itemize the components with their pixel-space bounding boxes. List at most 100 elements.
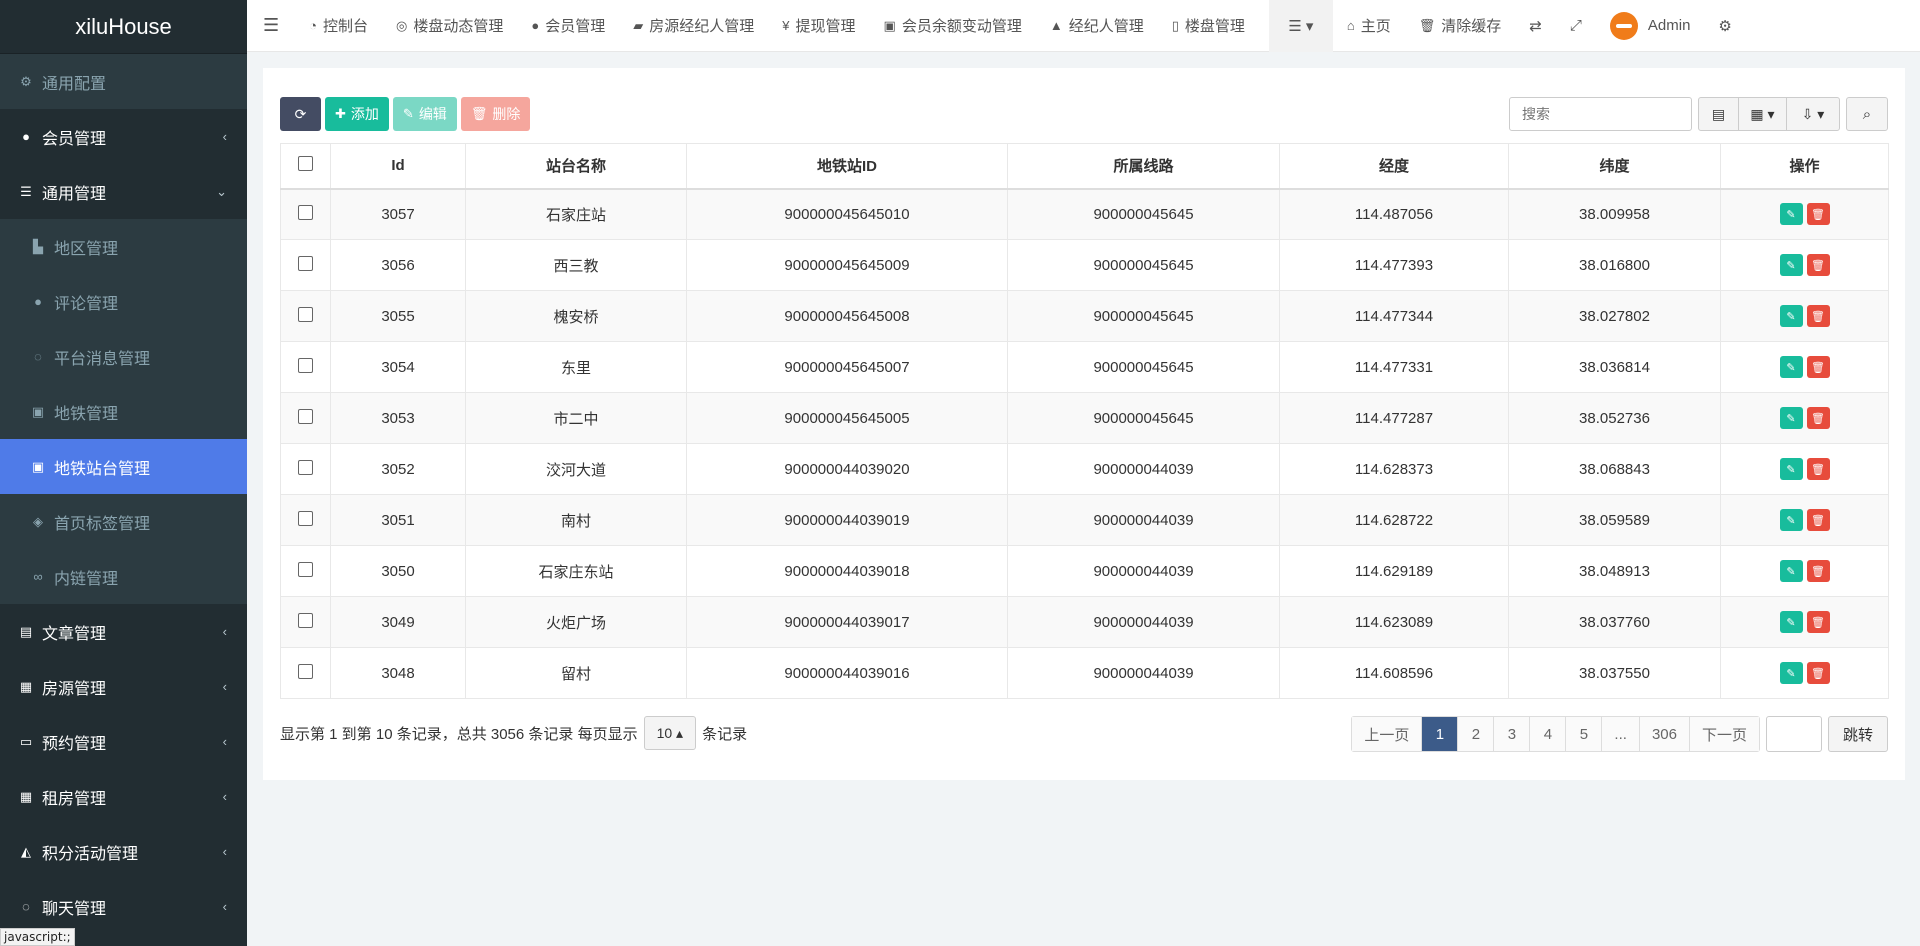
row-checkbox[interactable] xyxy=(298,561,313,577)
row-edit-button[interactable]: ✎ xyxy=(1779,458,1803,480)
row-checkbox[interactable] xyxy=(298,663,313,679)
user-menu[interactable]: Admin xyxy=(1596,0,1705,52)
clear-cache-link[interactable]: 🗑 清除缓存 xyxy=(1405,0,1516,52)
row-edit-button[interactable]: ✎ xyxy=(1779,509,1803,531)
row-select-cell[interactable] xyxy=(280,596,331,648)
row-edit-button[interactable]: ✎ xyxy=(1779,203,1803,226)
row-select-cell[interactable] xyxy=(280,392,331,444)
sidebar-item-10[interactable]: ▤ 文章管理 ‹ xyxy=(0,604,247,659)
sidebar-item-8[interactable]: ◈ 首页标签管理 xyxy=(0,494,247,549)
delete-button[interactable]: 🗑 删除 xyxy=(460,97,531,131)
sidebar-item-6[interactable]: ▣ 地铁管理 xyxy=(0,384,247,439)
table-row[interactable]: 3049 火炬广场 900000044039017 900000044039 114.6… xyxy=(280,596,1889,648)
page-link-6[interactable]: ... xyxy=(1602,717,1640,751)
search-input[interactable] xyxy=(1509,97,1692,131)
page-link-2[interactable]: 2 xyxy=(1458,717,1495,751)
page-size-dropdown[interactable]: 10 ▴ xyxy=(643,716,697,750)
settings-gears-icon[interactable]: ⚙ xyxy=(1704,0,1745,52)
row-select-cell[interactable] xyxy=(280,443,331,495)
sidebar-item-4[interactable]: ● 评论管理 xyxy=(0,274,247,329)
table-row[interactable]: 3053 市二中 900000045645005 900000045645 114.47… xyxy=(280,392,1889,444)
row-checkbox[interactable] xyxy=(298,612,313,628)
select-all-checkbox[interactable] xyxy=(298,156,313,172)
sidebar-item-9[interactable]: ∞ 内链管理 xyxy=(0,549,247,604)
row-delete-button[interactable]: 🗑 xyxy=(1806,509,1830,531)
topnav-tab-3[interactable]: ▰ 房源经纪人管理 xyxy=(619,0,768,52)
jump-button[interactable]: 跳转 xyxy=(1827,716,1888,752)
page-link-8[interactable]: 下一页 xyxy=(1689,717,1759,751)
table-row[interactable]: 3054 东里 900000045645007 900000045645 114.477… xyxy=(280,341,1889,393)
topnav-tab-6[interactable]: ▲ 经纪人管理 xyxy=(1036,0,1158,52)
sidebar-item-0[interactable]: ⚙ 通用配置 xyxy=(0,54,247,109)
row-edit-button[interactable]: ✎ xyxy=(1779,560,1803,582)
sidebar-item-14[interactable]: ◭ 积分活动管理 ‹ xyxy=(0,824,247,879)
select-all-cell[interactable] xyxy=(280,143,331,190)
col-line[interactable]: 所属线路 xyxy=(1007,143,1280,190)
topnav-tab-0[interactable]: ◔ 控制台 xyxy=(295,0,382,52)
table-row[interactable]: 3057 石家庄站 900000045645010 900000045645 114.4… xyxy=(280,188,1889,240)
col-id[interactable]: Id xyxy=(330,143,466,190)
row-select-cell[interactable] xyxy=(280,188,331,240)
row-checkbox[interactable] xyxy=(298,357,313,373)
sidebar-toggle-icon[interactable]: ☰ xyxy=(247,0,295,52)
row-checkbox[interactable] xyxy=(298,510,313,526)
row-edit-button[interactable]: ✎ xyxy=(1779,662,1803,684)
page-link-7[interactable]: 306 xyxy=(1639,717,1690,751)
row-select-cell[interactable] xyxy=(280,647,331,699)
table-row[interactable]: 3048 留村 900000044039016 900000044039 114.608… xyxy=(280,647,1889,699)
row-edit-button[interactable]: ✎ xyxy=(1779,254,1803,276)
edit-button[interactable]: ✎ 编辑 xyxy=(392,97,457,131)
row-checkbox[interactable] xyxy=(298,306,313,322)
row-delete-button[interactable]: 🗑 xyxy=(1806,254,1830,276)
table-row[interactable]: 3052 洨河大道 900000044039020 900000044039 114.6… xyxy=(280,443,1889,495)
add-button[interactable]: ✚ 添加 xyxy=(325,97,389,131)
row-delete-button[interactable]: 🗑 xyxy=(1806,611,1830,633)
row-edit-button[interactable]: ✎ xyxy=(1779,305,1803,327)
row-delete-button[interactable]: 🗑 xyxy=(1806,203,1830,226)
refresh-button[interactable]: ⟳ xyxy=(280,97,321,131)
table-row[interactable]: 3056 西三教 900000045645009 900000045645 114.47… xyxy=(280,239,1889,291)
sidebar-item-2[interactable]: ☰ 通用管理 ⌄ xyxy=(0,164,247,219)
sidebar-item-3[interactable]: ▙ 地区管理 xyxy=(0,219,247,274)
topnav-tab-4[interactable]: ¥ 提现管理 xyxy=(768,0,869,52)
row-checkbox[interactable] xyxy=(298,459,313,475)
jump-page-input[interactable] xyxy=(1765,716,1822,752)
toggle-view-icon[interactable]: ▤ xyxy=(1699,98,1739,130)
col-lng[interactable]: 经度 xyxy=(1279,143,1509,190)
page-link-4[interactable]: 4 xyxy=(1530,717,1567,751)
export-dropdown-icon[interactable]: ⇩ ▾ xyxy=(1787,98,1839,130)
search-button[interactable]: ⌕ xyxy=(1846,97,1888,131)
page-link-1[interactable]: 1 xyxy=(1422,717,1459,751)
col-name[interactable]: 站台名称 xyxy=(465,143,687,190)
app-logo[interactable]: xiluHouse xyxy=(0,0,247,54)
row-checkbox[interactable] xyxy=(298,408,313,424)
more-tabs-dropdown[interactable]: ☰ ▾ xyxy=(1268,0,1333,52)
sidebar-item-15[interactable]: ◌ 聊天管理 ‹ xyxy=(0,879,247,934)
topnav-tab-5[interactable]: ▣ 会员余额变动管理 xyxy=(870,0,1036,52)
sidebar-item-12[interactable]: ▭ 预约管理 ‹ xyxy=(0,714,247,769)
col-lat[interactable]: 纬度 xyxy=(1508,143,1721,190)
row-select-cell[interactable] xyxy=(280,341,331,393)
row-checkbox[interactable] xyxy=(298,255,313,271)
translate-icon[interactable]: ⇄ xyxy=(1515,0,1556,52)
table-row[interactable]: 3050 石家庄东站 900000044039018 900000044039 114.… xyxy=(280,545,1889,597)
topnav-tab-1[interactable]: ◎ 楼盘动态管理 xyxy=(382,0,517,52)
sidebar-item-1[interactable]: ● 会员管理 ‹ xyxy=(0,109,247,164)
row-delete-button[interactable]: 🗑 xyxy=(1806,407,1830,429)
row-delete-button[interactable]: 🗑 xyxy=(1806,458,1830,480)
home-link[interactable]: ⌂ 主页 xyxy=(1333,0,1405,52)
row-edit-button[interactable]: ✎ xyxy=(1779,407,1803,429)
page-link-5[interactable]: 5 xyxy=(1566,717,1603,751)
row-select-cell[interactable] xyxy=(280,239,331,291)
columns-dropdown-icon[interactable]: ▦ ▾ xyxy=(1739,98,1787,130)
row-delete-button[interactable]: 🗑 xyxy=(1806,356,1830,378)
sidebar-item-11[interactable]: ▦ 房源管理 ‹ xyxy=(0,659,247,714)
page-link-0[interactable]: 上一页 xyxy=(1352,717,1423,751)
row-select-cell[interactable] xyxy=(280,545,331,597)
table-row[interactable]: 3051 南村 900000044039019 900000044039 114.628… xyxy=(280,494,1889,546)
row-checkbox[interactable] xyxy=(298,204,313,220)
fullscreen-icon[interactable]: ⤢ xyxy=(1556,0,1596,52)
sidebar-item-7[interactable]: ▣ 地铁站台管理 xyxy=(0,439,247,494)
row-edit-button[interactable]: ✎ xyxy=(1779,356,1803,378)
table-row[interactable]: 3055 槐安桥 900000045645008 900000045645 114.47… xyxy=(280,290,1889,342)
